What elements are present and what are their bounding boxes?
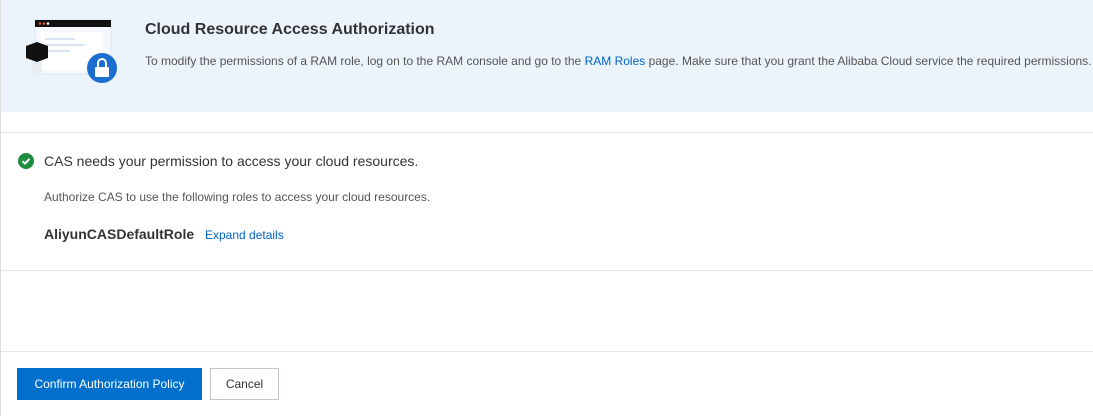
- divider: [1, 270, 1093, 271]
- role-name: AliyunCASDefaultRole: [44, 226, 195, 242]
- banner-title: Cloud Resource Access Authorization: [145, 21, 435, 38]
- banner-description: To modify the permissions of a RAM role,…: [145, 54, 1092, 68]
- expand-details-link[interactable]: Expand details: [205, 228, 284, 242]
- banner-desc-after: page. Make sure that you grant the Aliba…: [645, 54, 1092, 68]
- authorization-banner: Cloud Resource Access Authorization To m…: [1, 0, 1093, 112]
- banner-desc-before: To modify the permissions of a RAM role,…: [145, 54, 585, 68]
- permission-message: CAS needs your permission to access your…: [44, 153, 419, 169]
- footer-divider: [1, 351, 1093, 352]
- divider: [1, 132, 1093, 133]
- success-check-icon: [18, 153, 34, 169]
- lock-illustration-icon: [26, 19, 117, 83]
- confirm-authorization-button[interactable]: Confirm Authorization Policy: [17, 368, 202, 400]
- cancel-button[interactable]: Cancel: [210, 368, 279, 400]
- ram-roles-link[interactable]: RAM Roles: [585, 54, 646, 68]
- permission-subtext: Authorize CAS to use the following roles…: [44, 190, 431, 204]
